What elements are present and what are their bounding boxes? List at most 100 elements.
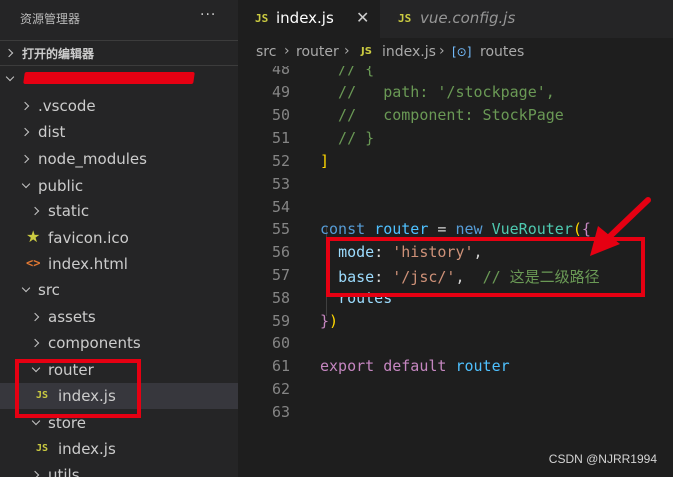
tree-item-label: static <box>48 202 90 220</box>
more-actions-icon[interactable]: ··· <box>200 7 216 23</box>
line-number: 49 <box>271 83 290 101</box>
redacted-project-name <box>23 72 195 84</box>
code-line-51: // } <box>320 129 375 147</box>
tree-item-assets[interactable]: assets <box>0 304 238 330</box>
tree-item-label: index.html <box>48 255 128 273</box>
breadcrumb-separator: › <box>344 43 350 59</box>
tree-item-label: index.js <box>58 440 116 458</box>
chevron-down-icon <box>31 416 41 426</box>
tree-item-label: components <box>48 334 141 352</box>
editor-tab-bar: JS index.js ✕ JS vue.config.js <box>238 0 673 38</box>
tree-item-public[interactable]: public <box>0 173 238 199</box>
line-number: 50 <box>271 106 290 124</box>
tree-item-label: .vscode <box>38 97 96 115</box>
js-file-icon: JS <box>361 46 372 57</box>
tree-item-dist[interactable]: dist <box>0 119 238 145</box>
breadcrumb: src › router › JS index.js › [⊙] routes <box>238 38 673 66</box>
close-icon[interactable]: ✕ <box>356 8 369 27</box>
chevron-right-icon <box>20 101 30 111</box>
tree-item-label: node_modules <box>38 150 147 168</box>
code-line-48: // { <box>320 66 375 78</box>
breadcrumb-src[interactable]: src <box>256 44 276 60</box>
tab-label: index.js <box>276 9 334 27</box>
symbol-array-icon: [⊙] <box>452 45 472 59</box>
chevron-down-icon <box>5 72 15 82</box>
operator-assign: = <box>428 220 456 238</box>
annotation-box-router <box>15 359 141 418</box>
line-number: 51 <box>271 129 290 147</box>
star-file-icon: ★ <box>26 227 41 246</box>
breadcrumb-symbol[interactable]: routes <box>480 44 524 60</box>
chevron-right-icon <box>20 127 30 137</box>
line-number: 55 <box>271 220 290 238</box>
tab-label: vue.config.js <box>420 9 516 27</box>
js-file-icon: JS <box>255 12 269 25</box>
paren-close: ) <box>329 312 339 330</box>
code-line-52: ] <box>320 152 330 170</box>
keyword-const: const <box>320 220 366 238</box>
chevron-right-icon <box>20 154 30 164</box>
tree-item-favicon[interactable]: ★ favicon.ico <box>0 225 238 251</box>
tree-item-label: favicon.ico <box>48 229 129 247</box>
code-editor[interactable]: 48 49 50 51 52 53 54 55 56 57 58 59 60 6… <box>238 66 673 477</box>
tree-item-index-html[interactable]: <> index.html <box>0 251 238 277</box>
explorer-header: 资源管理器 ··· <box>0 0 238 38</box>
tree-item-utils[interactable]: utils <box>0 462 238 477</box>
breadcrumb-file[interactable]: index.js <box>382 44 436 60</box>
js-file-icon: JS <box>36 443 49 454</box>
tree-item-label: assets <box>48 308 96 326</box>
chevron-right-icon <box>4 48 14 58</box>
chevron-right-icon <box>30 206 40 216</box>
tree-item-label: dist <box>38 123 66 141</box>
tree-item-label: src <box>38 281 60 299</box>
tab-vue-config-js[interactable]: JS vue.config.js <box>380 0 540 38</box>
explorer-sidebar: 资源管理器 ··· 打开的编辑器 .vscode dist node_modul… <box>0 0 238 477</box>
tree-item-label: utils <box>48 466 80 477</box>
tree-item-label: public <box>38 177 84 195</box>
annotation-arrow-icon <box>590 197 651 256</box>
chevron-right-icon <box>30 338 40 348</box>
breadcrumb-router[interactable]: router <box>296 44 339 60</box>
html-file-icon: <> <box>26 256 41 270</box>
tab-index-js[interactable]: JS index.js ✕ <box>238 0 380 38</box>
chevron-down-icon <box>21 283 31 293</box>
identifier-router: router <box>455 357 510 375</box>
watermark: CSDN @NJRR1994 <box>548 452 657 466</box>
keyword-export: export <box>320 357 375 375</box>
explorer-title: 资源管理器 <box>20 12 81 26</box>
code-line-50: // component: StockPage <box>320 106 564 124</box>
line-number: 61 <box>271 357 290 375</box>
code-line-49: // path: '/stockpage', <box>320 83 555 101</box>
line-number: 60 <box>271 334 290 352</box>
brace-close: } <box>320 312 330 330</box>
chevron-down-icon <box>21 179 31 189</box>
tree-item-node-modules[interactable]: node_modules <box>0 146 238 172</box>
code-line-59: }) <box>320 312 338 330</box>
code-line-61: export default router <box>320 357 510 375</box>
tree-item-components[interactable]: components <box>0 330 238 356</box>
breadcrumb-separator: › <box>439 43 445 59</box>
chevron-right-icon <box>30 470 40 477</box>
open-editors-section[interactable]: 打开的编辑器 <box>0 40 238 66</box>
keyword-new: new <box>455 220 483 238</box>
line-number: 53 <box>271 175 290 193</box>
line-number: 62 <box>271 380 290 398</box>
tree-item-src[interactable]: src <box>0 277 238 303</box>
line-number: 54 <box>271 198 290 216</box>
breadcrumb-separator: › <box>284 43 290 59</box>
line-number: 52 <box>271 152 290 170</box>
identifier-router: router <box>374 220 429 238</box>
open-editors-label: 打开的编辑器 <box>22 47 95 61</box>
line-number: 63 <box>271 403 290 421</box>
line-number: 59 <box>271 312 290 330</box>
line-number: 58 <box>271 289 290 307</box>
tree-item-vscode[interactable]: .vscode <box>0 93 238 119</box>
code-line-55: const router = new VueRouter({ <box>320 220 591 238</box>
line-number: 48 <box>271 66 290 78</box>
js-file-icon: JS <box>398 12 412 25</box>
tree-item-store-index-js[interactable]: JS index.js <box>0 436 238 462</box>
line-number: 57 <box>271 266 290 284</box>
tree-item-static[interactable]: static <box>0 198 238 224</box>
line-number: 56 <box>271 243 290 261</box>
class-vuerouter: VueRouter <box>491 220 573 238</box>
